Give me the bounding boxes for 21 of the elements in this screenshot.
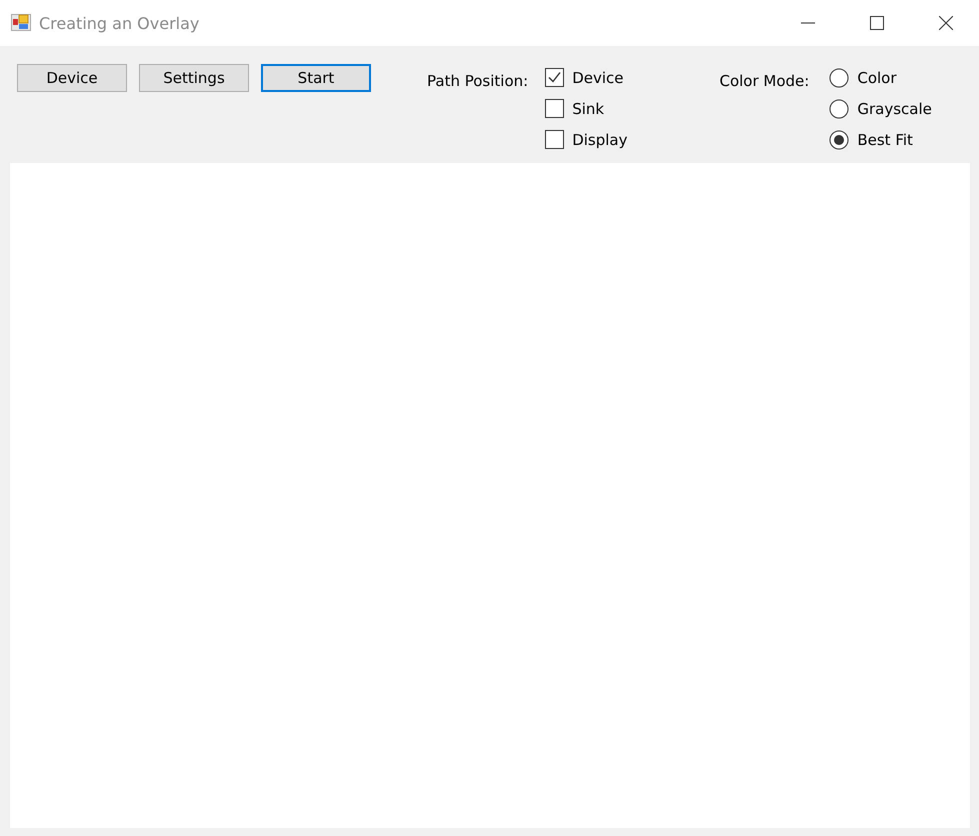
radio-label[interactable]: Color	[857, 68, 897, 86]
checkbox[interactable]	[545, 130, 564, 149]
radio-button[interactable]	[829, 68, 850, 88]
radio-button[interactable]	[829, 98, 850, 118]
color-mode-label: Color Mode:	[719, 72, 810, 90]
radio-label[interactable]: Best Fit	[857, 130, 913, 148]
checkbox[interactable]	[545, 99, 564, 118]
close-icon[interactable]	[939, 16, 953, 30]
toolbar-button[interactable]: Settings	[139, 64, 249, 92]
checkbox-label[interactable]: Display	[572, 130, 628, 148]
window-title: Creating an Overlay	[39, 14, 200, 32]
maximize-icon[interactable]	[870, 16, 884, 30]
checkbox-label[interactable]: Sink	[572, 100, 604, 118]
toolbar-button[interactable]: Start	[261, 64, 371, 92]
path-position-label: Path Position:	[427, 72, 528, 90]
checkbox[interactable]	[545, 68, 564, 87]
radio-label[interactable]: Grayscale	[857, 100, 932, 118]
app-icon	[11, 12, 31, 32]
toolbar-button[interactable]: Device	[17, 64, 127, 92]
radio-button[interactable]	[829, 130, 850, 150]
checkbox-label[interactable]: Device	[572, 68, 624, 86]
